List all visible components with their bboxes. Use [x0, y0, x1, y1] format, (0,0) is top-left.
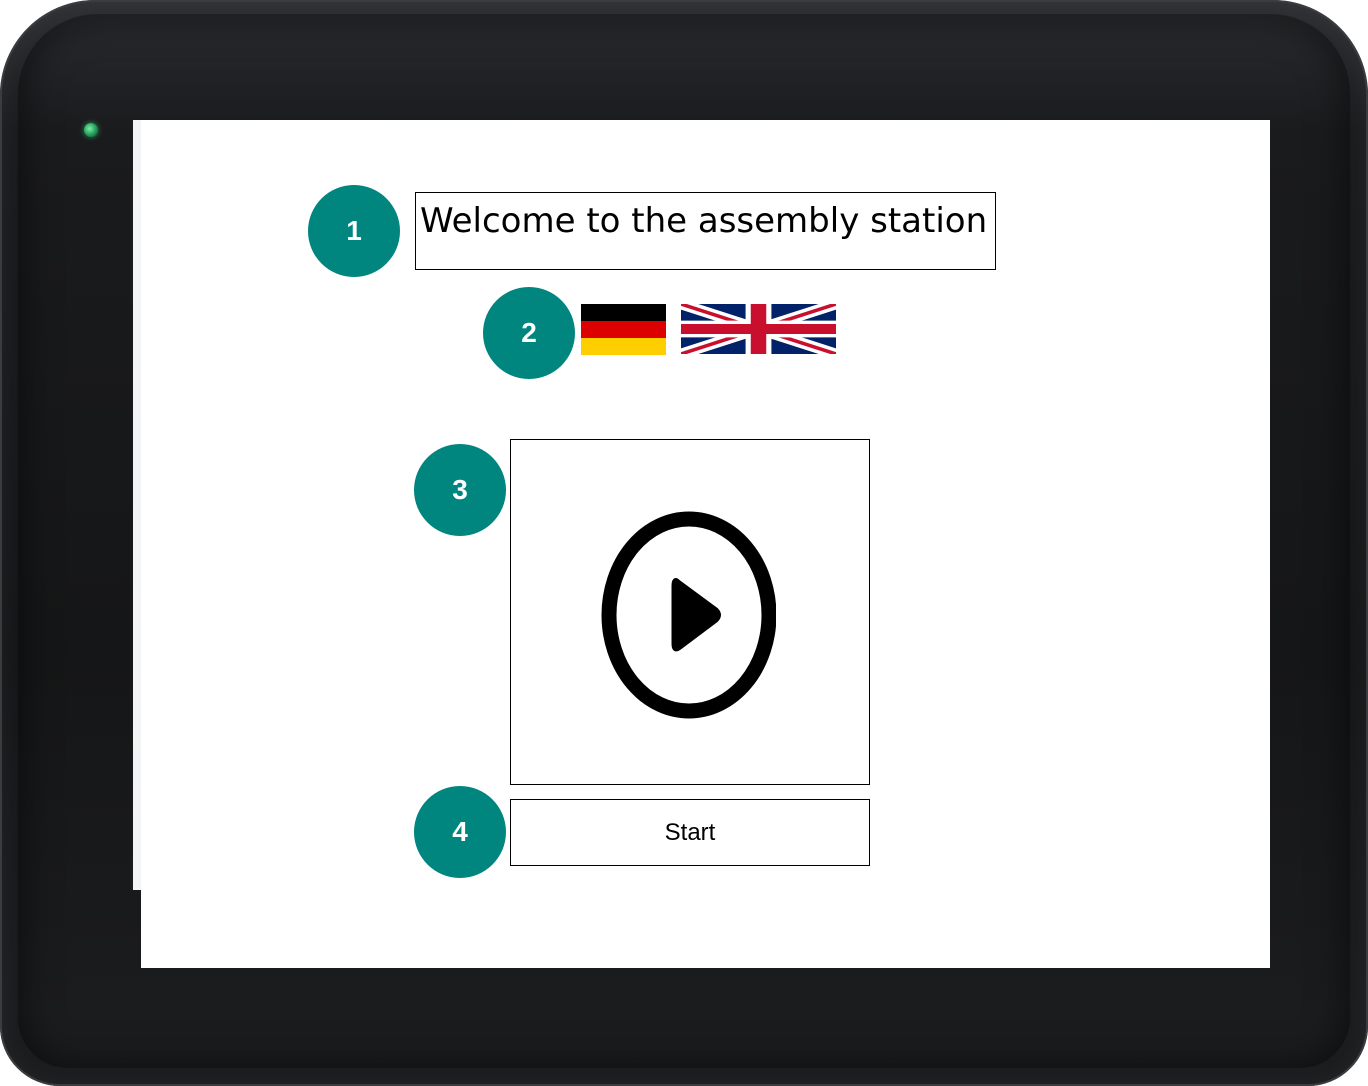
- uk-flag-icon[interactable]: [681, 304, 836, 354]
- status-led: [84, 123, 98, 137]
- touch-screen: Welcome to the assembly station Start 1 …: [141, 120, 1270, 968]
- start-button[interactable]: Start: [510, 799, 870, 866]
- video-player[interactable]: [510, 439, 870, 785]
- screen-edge: [133, 120, 141, 890]
- hmi-panel-bezel: Welcome to the assembly station Start 1 …: [0, 0, 1368, 1086]
- callout-marker-3: 3: [414, 444, 506, 536]
- callout-marker-1: 1: [308, 185, 400, 277]
- play-icon[interactable]: [600, 510, 782, 720]
- callout-marker-4: 4: [414, 786, 506, 878]
- welcome-title: Welcome to the assembly station: [415, 192, 996, 270]
- callout-marker-2: 2: [483, 287, 575, 379]
- german-flag-icon[interactable]: [581, 304, 666, 355]
